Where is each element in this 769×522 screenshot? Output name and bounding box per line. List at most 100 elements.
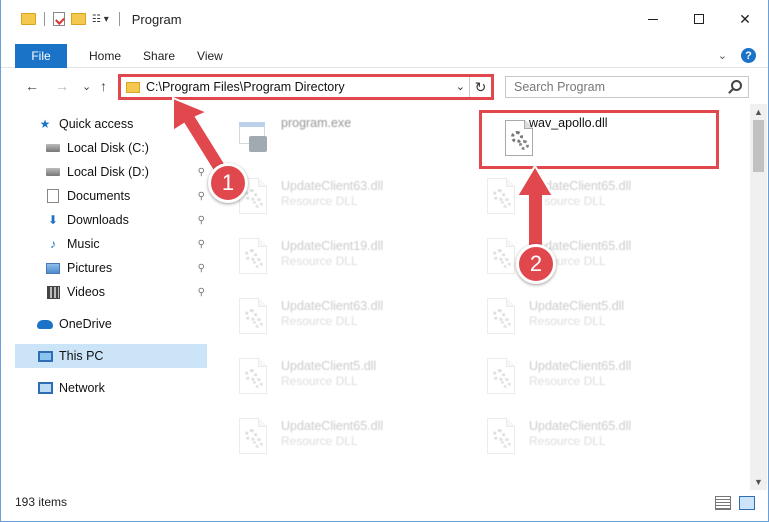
back-button[interactable]: ← <box>25 78 39 94</box>
file-name: UpdateClient5.dll <box>281 359 377 373</box>
documents-icon <box>45 189 61 203</box>
large-icons-view-icon[interactable] <box>739 496 755 510</box>
maximize-icon <box>694 14 704 24</box>
network-icon <box>37 381 53 395</box>
file-item[interactable]: UpdateClient63.dll Resource DLL <box>213 168 453 224</box>
file-item[interactable]: program.exe <box>213 108 453 164</box>
sidebar-item-documents[interactable]: Documents ⚲ <box>45 184 207 208</box>
file-item[interactable]: UpdateClient5.dll Resource DLL <box>213 348 453 404</box>
scrollbar-thumb[interactable] <box>753 120 764 172</box>
download-icon: ⬇ <box>47 213 59 227</box>
search-input[interactable] <box>514 80 714 94</box>
sidebar-item-pictures[interactable]: Pictures ⚲ <box>45 256 207 280</box>
navigation-bar: ← → ⌄ ↑ C:\Program Files\Program Directo… <box>1 72 768 102</box>
tab-view[interactable]: View <box>197 49 223 63</box>
file-item[interactable]: UpdateClient65.dll Resource DLL <box>461 408 701 464</box>
scroll-down-icon[interactable]: ▼ <box>754 477 763 487</box>
new-folder-icon[interactable] <box>71 13 86 25</box>
customize-toolbar-icon[interactable]: ☷ ▾ <box>92 14 109 25</box>
navigation-pane: ★ Quick access Local Disk (C:) ⚲ Local D… <box>15 110 208 480</box>
file-item[interactable]: UpdateClient65.dll Resource DLL <box>461 348 701 404</box>
file-type: Resource DLL <box>281 314 358 328</box>
folder-icon <box>21 13 36 25</box>
sidebar-item-label: Music <box>67 237 100 251</box>
sidebar-item-videos[interactable]: Videos ⚲ <box>45 280 207 304</box>
dll-icon <box>233 414 273 462</box>
sidebar-item-label: Pictures <box>67 261 113 275</box>
title-bar: ☷ ▾ Program ✕ <box>1 0 768 38</box>
close-icon: ✕ <box>739 10 751 27</box>
pc-icon <box>37 349 53 363</box>
file-item[interactable]: UpdateClient65.dll Resource DLL <box>461 228 701 284</box>
refresh-button[interactable]: ↻ <box>469 77 491 97</box>
window-controls: ✕ <box>630 0 768 38</box>
pin-icon: ⚲ <box>197 190 205 202</box>
tab-file[interactable]: File <box>15 43 67 68</box>
forward-button[interactable]: → <box>55 78 69 94</box>
step-badge-2: 2 <box>516 244 556 284</box>
file-name: program.exe <box>281 116 352 130</box>
file-item[interactable]: UpdateClient19.dll Resource DLL <box>213 228 453 284</box>
details-view-icon[interactable] <box>715 496 731 510</box>
pin-icon: ⚲ <box>197 286 205 298</box>
cloud-icon <box>37 317 53 331</box>
sidebar-item-local-disk-d[interactable]: Local Disk (D:) ⚲ <box>45 160 207 184</box>
scroll-up-icon[interactable]: ▲ <box>754 107 763 117</box>
vertical-scrollbar[interactable]: ▲ ▼ <box>750 104 767 490</box>
dll-icon <box>481 354 521 402</box>
sidebar-item-onedrive[interactable]: OneDrive <box>37 312 207 336</box>
file-type: Resource DLL <box>281 194 358 208</box>
file-item[interactable]: UpdateClient63.dll Resource DLL <box>213 288 453 344</box>
dll-icon <box>481 294 521 342</box>
file-type: Resource DLL <box>529 374 606 388</box>
tab-home[interactable]: Home <box>89 49 121 63</box>
dll-icon <box>481 174 521 222</box>
tab-share[interactable]: Share <box>143 49 175 63</box>
sidebar-item-quick-access[interactable]: ★ Quick access <box>37 112 207 136</box>
sidebar-item-label: Local Disk (D:) <box>67 165 149 179</box>
maximize-button[interactable] <box>676 0 722 38</box>
address-path[interactable]: C:\Program Files\Program Directory <box>146 80 345 94</box>
file-name: UpdateClient63.dll <box>281 179 384 193</box>
pin-icon: ⚲ <box>197 142 205 154</box>
properties-icon[interactable] <box>53 12 65 26</box>
file-type: Resource DLL <box>529 314 606 328</box>
up-button[interactable]: ↑ <box>100 78 107 94</box>
address-bar[interactable]: C:\Program Files\Program Directory ⌄ ↻ <box>118 74 494 100</box>
search-icon[interactable] <box>731 80 742 91</box>
sidebar-item-network[interactable]: Network <box>37 376 207 400</box>
sidebar-item-label: Network <box>59 381 105 395</box>
sidebar-item-this-pc[interactable]: This PC <box>15 344 207 368</box>
address-dropdown-icon[interactable]: ⌄ <box>456 80 465 93</box>
close-button[interactable]: ✕ <box>722 0 768 38</box>
file-type: Resource DLL <box>281 374 358 388</box>
toolbar-separator <box>44 12 45 26</box>
file-type: Resource DLL <box>281 254 358 268</box>
sidebar-item-label: Local Disk (C:) <box>67 141 149 155</box>
file-item[interactable]: UpdateClient65.dll Resource DLL <box>213 408 453 464</box>
expand-ribbon-icon[interactable]: ⌄ <box>718 49 727 62</box>
sidebar-item-label: Documents <box>67 189 131 203</box>
sidebar-item-label: This PC <box>59 349 104 363</box>
pin-icon: ⚲ <box>197 238 205 250</box>
sidebar-item-music[interactable]: ♪ Music ⚲ <box>45 232 207 256</box>
drive-icon <box>45 141 61 155</box>
music-icon: ♪ <box>50 237 56 251</box>
pin-icon: ⚲ <box>197 166 205 178</box>
help-icon[interactable]: ? <box>741 48 756 63</box>
step-badge-1: 1 <box>208 163 248 203</box>
sidebar-item-local-disk-c[interactable]: Local Disk (C:) ⚲ <box>45 136 207 160</box>
sidebar-item-label: Quick access <box>59 117 134 131</box>
file-name: UpdateClient65.dll <box>529 179 632 193</box>
dll-icon <box>481 414 521 462</box>
sidebar-item-downloads[interactable]: ⬇ Downloads ⚲ <box>45 208 207 232</box>
star-icon: ★ <box>39 117 51 131</box>
file-item[interactable]: UpdateClient65.dll Resource DLL <box>461 168 701 224</box>
file-item[interactable]: UpdateClient5.dll Resource DLL <box>461 288 701 344</box>
recent-locations-button[interactable]: ⌄ <box>82 80 91 93</box>
dll-icon <box>233 234 273 282</box>
drive-icon <box>45 165 61 179</box>
minimize-button[interactable] <box>630 0 676 38</box>
search-box[interactable] <box>505 76 749 98</box>
file-explorer-window: ☷ ▾ Program ✕ File Home Share View ⌄ ? ←… <box>0 0 769 522</box>
